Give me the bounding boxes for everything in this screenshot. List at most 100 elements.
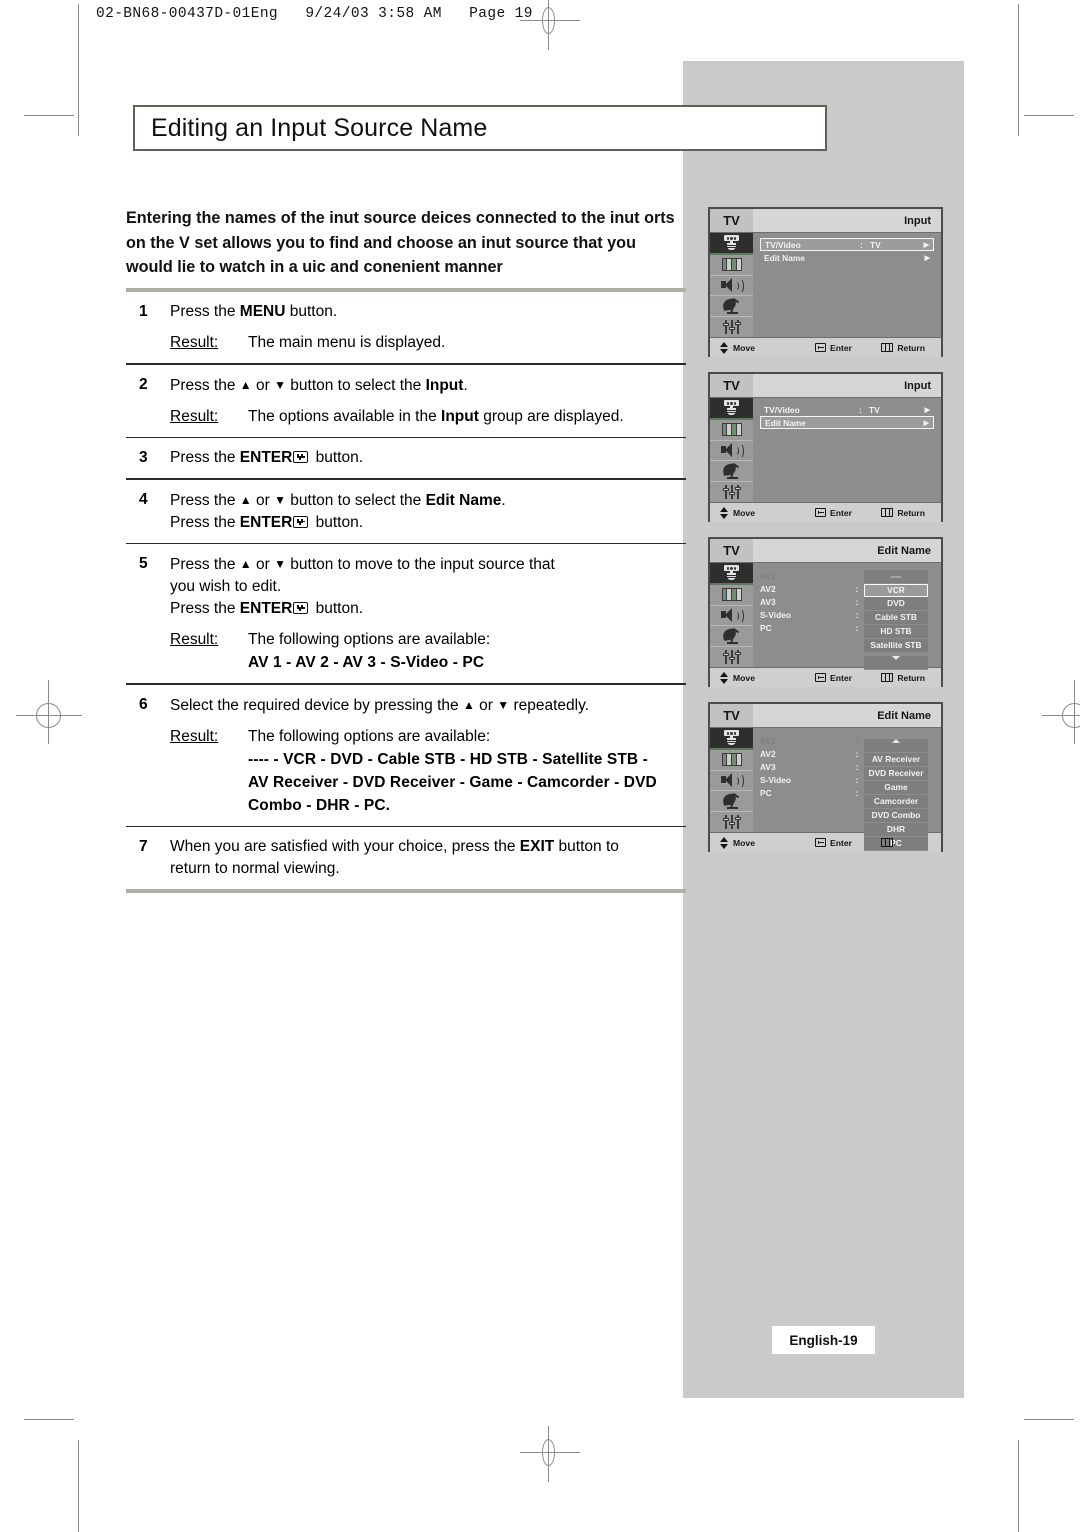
osd-sidebar-item-satellite-dish[interactable] [710,461,753,483]
enter-key-icon [293,515,309,528]
osd-source-name: AV2 [760,584,776,594]
chevron-right-icon: ▶ [923,241,929,249]
step-text: Select the required device by pressing t… [170,696,463,714]
osd-device-option[interactable]: Game [864,781,928,795]
osd-device-option[interactable]: PC [864,837,928,851]
osd-source-row[interactable]: AV2: [760,583,864,596]
osd-sidebar-item-sound[interactable] [710,276,753,297]
sound-icon [720,443,744,460]
osd-footer: Move Enter Return [710,667,941,687]
osd-source-name: PC [760,788,772,798]
osd-device-option[interactable]: HD STB [864,625,928,639]
step-text-tail: button to [554,838,619,855]
osd-sidebar-item-sound[interactable] [710,441,753,462]
osd-device-option[interactable]: Cable STB [864,611,928,625]
crop-mark-top-left-tick [24,115,74,116]
registration-mark-bottom [520,1426,580,1482]
osd-menu-row[interactable]: Edit Name ▶ [760,416,934,429]
osd-sidebar-item-satellite-dish[interactable] [710,791,753,813]
osd-sidebar-item-satellite-dish[interactable] [710,296,753,318]
osd-source-row[interactable]: PC: [760,787,864,800]
result-label: Result: [170,334,219,351]
crop-mark-bottom-left-tick [24,1419,74,1420]
osd-source-row[interactable]: S-Video: [760,774,864,787]
up-down-arrow-icon [720,341,729,354]
osd-device-option[interactable]: DVD Receiver [864,767,928,781]
step-text: Press the [170,491,240,509]
osd-footer-return[interactable]: Return [881,508,941,518]
osd-device-option[interactable]: DVD [864,597,928,611]
osd-footer-enter[interactable]: Enter [815,673,881,683]
osd-menu-title: Input [904,379,931,392]
osd-source-colon: : [855,597,859,607]
osd-footer: Move Enter Return [710,337,941,357]
osd-content: AV1: AV2: AV3: S-Video: PC: ---- VCR DVD Cable S… [753,563,941,670]
down-arrow-icon: ▼ [497,697,510,712]
step-text: When you are satisfied with your choice,… [170,838,520,855]
osd-device-option[interactable]: VCR [864,584,928,597]
osd-source-row[interactable]: AV1: [760,735,864,748]
step-text-or: or [474,696,498,714]
osd-device-option[interactable]: ---- [864,570,928,584]
osd-menu-row[interactable]: Edit Name ▶ [760,251,934,264]
osd-source-row[interactable]: AV2: [760,748,864,761]
osd-sidebar [710,728,753,832]
osd-menu-row[interactable]: TV/Video: TV ▶ [760,238,934,251]
osd-sidebar-item-input[interactable] [710,398,753,420]
osd-scroll-up[interactable] [864,739,928,753]
osd-menu-title: Edit Name [877,544,931,557]
osd-sidebar-item-satellite-dish[interactable] [710,626,753,648]
input-icon [722,235,741,251]
osd-row-label: TV/Video [764,404,800,415]
osd-footer-move[interactable]: Move [710,341,815,354]
osd-footer-return[interactable]: Return [881,343,941,353]
osd-source-row[interactable]: AV3: [760,596,864,609]
osd-menu-row[interactable]: TV/Video: TV ▶ [760,403,934,416]
up-arrow-icon: ▲ [239,492,252,507]
step-number: 1 [139,303,148,320]
osd-sidebar-item-sound[interactable] [710,771,753,792]
available-options-line-2: AV Receiver - DVD Receiver - Game - Camc… [248,773,657,791]
osd-device-option[interactable]: DVD Combo [864,809,928,823]
up-down-arrow-icon [720,506,729,519]
osd-device-option[interactable]: Satellite STB [864,639,928,653]
osd-footer-move[interactable]: Move [710,506,815,519]
osd-device-option[interactable]: AV Receiver [864,753,928,767]
osd-source-row[interactable]: AV1: [760,570,864,583]
osd-source-name: AV3 [760,762,776,772]
osd-device-option[interactable]: Camcorder [864,795,928,809]
osd-scroll-down[interactable] [864,656,928,670]
down-arrow-icon [892,656,900,660]
osd-sidebar-item-picture[interactable] [710,585,753,606]
osd-sidebar-item-sound[interactable] [710,606,753,627]
crop-mark-top-right-tick [1024,115,1074,116]
osd-sidebar-item-picture[interactable] [710,255,753,276]
available-options-line-1: ---- - VCR - DVD - Cable STB - HD STB - … [248,750,648,768]
enter-key-icon [293,602,309,614]
osd-sidebar-item-input[interactable] [710,233,753,255]
osd-source-row[interactable]: S-Video: [760,609,864,622]
osd-footer-return[interactable]: Return [881,673,941,683]
osd-footer-enter[interactable]: Enter [815,508,881,518]
result-text: The options available in the Input group… [248,407,624,425]
osd-sidebar-item-setup[interactable] [710,647,753,667]
osd-sidebar-item-input[interactable] [710,728,753,750]
osd-source-row[interactable]: AV3: [760,761,864,774]
osd-header: TV Input [710,374,941,398]
osd-sidebar-item-input[interactable] [710,563,753,585]
osd-source-row[interactable]: PC: [760,622,864,635]
instruction-steps: 1 Press the MENU button. Result: The mai… [126,288,686,893]
osd-device-option[interactable]: DHR [864,823,928,837]
step-result: Result: The following options are availa… [170,726,686,817]
osd-brand-label: TV [710,374,753,397]
available-options: AV 1 - AV 2 - AV 3 - S-Video - PC [248,654,485,671]
osd-footer-enter[interactable]: Enter [815,343,881,353]
osd-footer-move[interactable]: Move [710,671,815,684]
osd-device-list: ---- VCR DVD Cable STB HD STB Satellite STB [864,570,934,670]
osd-sidebar-item-setup[interactable] [710,812,753,832]
osd-sidebar-item-picture[interactable] [710,420,753,441]
osd-footer-move-label: Move [733,342,755,353]
osd-sidebar-item-setup[interactable] [710,317,753,337]
osd-sidebar-item-picture[interactable] [710,750,753,771]
osd-sidebar-item-setup[interactable] [710,482,753,502]
